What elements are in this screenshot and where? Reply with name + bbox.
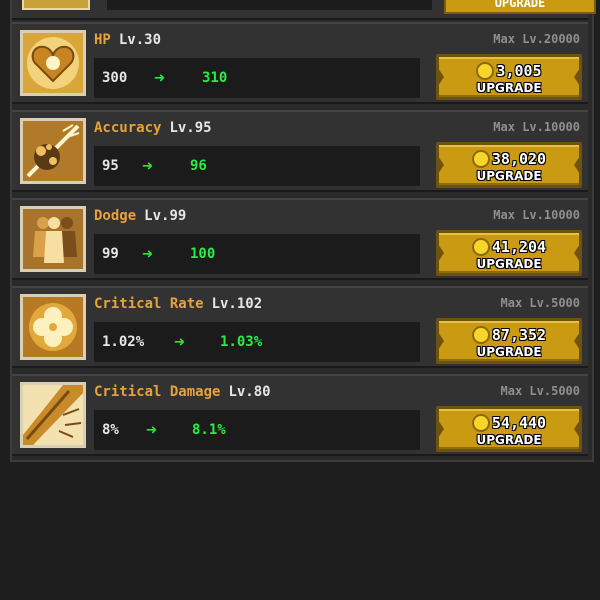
- arrow-right-icon: ➜: [142, 244, 153, 265]
- heart-icon: [20, 30, 86, 96]
- stat-level: Lv.80: [228, 384, 271, 400]
- next-value: 1.03%: [220, 334, 263, 350]
- next-value: 100: [190, 246, 216, 262]
- coin-icon: [471, 237, 490, 256]
- stat-name: Accuracy Lv.95: [94, 120, 212, 136]
- stat-max-level: Max Lv.10000: [493, 120, 580, 134]
- upgrade-cost: 3,005: [496, 61, 542, 80]
- stat-max-level: Max Lv.5000: [500, 296, 580, 310]
- stat-max-level: Max Lv.5000: [500, 384, 580, 398]
- upgrade-button-partial[interactable]: UPGRADE: [444, 0, 596, 14]
- upgrade-cost: 87,352: [491, 325, 547, 344]
- upgrade-cost: 54,440: [491, 413, 547, 432]
- coin-icon: [471, 149, 490, 168]
- stat-row-critical-rate: Critical Rate Lv.102 Max Lv.5000 1.02% ➜ …: [12, 286, 588, 368]
- stat-value-bar: 99 ➜ 100: [94, 234, 420, 274]
- stat-level: Lv.95: [169, 120, 212, 136]
- stat-value-bar: 1.02% ➜ 1.03%: [94, 322, 420, 362]
- arrow-right-icon: ➜: [142, 156, 153, 177]
- stat-value-bar: 8% ➜ 8.1%: [94, 410, 420, 450]
- current-value: 99: [102, 246, 119, 262]
- stat-name: Dodge Lv.99: [94, 208, 187, 224]
- clover-icon: [20, 294, 86, 360]
- stat-value-bar-partial: [107, 0, 432, 10]
- next-value: 310: [202, 70, 228, 86]
- upgrade-label: UPGRADE: [476, 169, 542, 183]
- coin-icon: [476, 61, 495, 80]
- upgrade-button[interactable]: 3,005 UPGRADE: [436, 54, 582, 100]
- stat-icon-partial: [22, 0, 90, 10]
- stat-row-critical-damage: Critical Damage Lv.80 Max Lv.5000 8% ➜ 8.…: [12, 374, 588, 456]
- stat-max-level: Max Lv.20000: [493, 32, 580, 46]
- stat-name: Critical Rate Lv.102: [94, 296, 263, 312]
- upgrade-button[interactable]: 38,020 UPGRADE: [436, 142, 582, 188]
- upgrade-label: UPGRADE: [476, 345, 542, 359]
- stat-row-hp: HP Lv.30 Max Lv.20000 300 ➜ 310 3,005 UPG…: [12, 22, 588, 104]
- stat-level: Lv.30: [118, 32, 162, 48]
- upgrade-cost: 38,020: [491, 149, 547, 168]
- coin-icon: [471, 413, 490, 432]
- arrow-right-icon: ➜: [174, 332, 185, 353]
- upgrade-cost: 41,204: [491, 237, 547, 256]
- dodge-silhouette-icon: [20, 206, 86, 272]
- next-value: 96: [190, 158, 207, 174]
- upgrade-button[interactable]: 41,204 UPGRADE: [436, 230, 582, 276]
- stat-name: HP Lv.30: [94, 32, 162, 48]
- current-value: 1.02%: [102, 334, 145, 350]
- stat-value-bar: 95 ➜ 96: [94, 146, 420, 186]
- arrow-right-icon: ➜: [146, 420, 157, 441]
- stat-row-dodge: Dodge Lv.99 Max Lv.10000 99 ➜ 100 41,204 …: [12, 198, 588, 280]
- current-value: 300: [102, 70, 128, 86]
- blade-slash-icon: [20, 382, 86, 448]
- stat-row-partial: UPGRADE: [12, 0, 596, 20]
- arrow-right-icon: ➜: [154, 68, 165, 89]
- stat-row-accuracy: Accuracy Lv.95 Max Lv.10000 95 ➜ 96 38,02…: [12, 110, 588, 192]
- upgrade-button[interactable]: 54,440 UPGRADE: [436, 406, 582, 452]
- stat-level: Lv.102: [211, 296, 263, 312]
- current-value: 95: [102, 158, 119, 174]
- upgrade-label: UPGRADE: [476, 433, 542, 447]
- stat-level: Lv.99: [144, 208, 187, 224]
- upgrade-button[interactable]: 87,352 UPGRADE: [436, 318, 582, 364]
- stat-max-level: Max Lv.10000: [493, 208, 580, 222]
- target-hit-icon: [20, 118, 86, 184]
- upgrade-label: UPGRADE: [476, 81, 542, 95]
- next-value: 8.1%: [192, 422, 226, 438]
- current-value: 8%: [102, 422, 119, 438]
- stat-value-bar: 300 ➜ 310: [94, 58, 420, 98]
- coin-icon: [471, 325, 490, 344]
- upgrade-label: UPGRADE: [476, 257, 542, 271]
- stat-name: Critical Damage Lv.80: [94, 384, 271, 400]
